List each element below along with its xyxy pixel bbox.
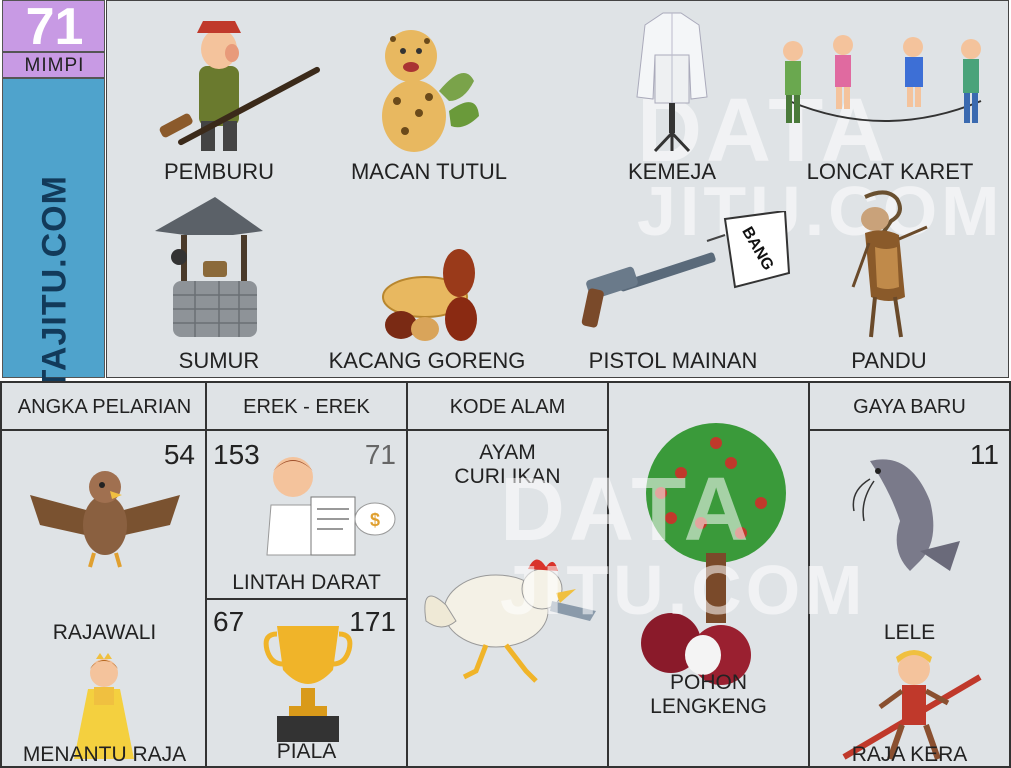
kode-alam-line2: CURI IKAN xyxy=(454,465,561,488)
trophy-illustration xyxy=(263,626,353,742)
leopard-illustration xyxy=(382,30,479,152)
lele-label: LELE xyxy=(883,621,936,644)
item-sumur: SUMUR xyxy=(178,348,260,373)
peanut-illustration xyxy=(382,249,477,341)
kode-alam-cell: AYAM CURI IKAN xyxy=(406,429,609,768)
loan-shark-illustration: $ xyxy=(266,457,396,556)
pohon-lengkeng-cell: POHON LENGKENG xyxy=(607,381,810,768)
item-pistol-mainan: PISTOL MAINAN xyxy=(588,348,758,373)
jumping-kids-illustration xyxy=(783,35,982,123)
number-text: 71 xyxy=(25,0,84,56)
menantu-raja-label: MENANTU RAJA xyxy=(22,743,187,766)
erek-bottom-cell: 67 171 PIALA xyxy=(205,598,408,768)
catfish-illustration xyxy=(852,459,960,571)
mimpi-text: MIMPI xyxy=(24,55,85,76)
wayang-illustration xyxy=(851,190,928,338)
number-badge: 71 xyxy=(2,0,105,56)
shirt-illustration xyxy=(636,12,708,153)
kode-alam-line1: AYAM xyxy=(479,441,536,464)
header-gaya-baru: GAYA BARU xyxy=(808,381,1011,431)
pohon-line1: POHON xyxy=(669,671,747,694)
item-kemeja: KEMEJA xyxy=(627,159,717,184)
erek-top-left-number: 153 xyxy=(213,439,260,470)
header-kode-alam: KODE ALAM xyxy=(406,381,609,431)
longan-tree-illustration xyxy=(641,423,786,685)
item-pandu: PANDU xyxy=(851,348,927,373)
angka-pelarian-cell: 54 RAJAWALI MENANTU RAJA xyxy=(0,429,207,768)
erek-top-cell: 153 71 $ LINTAH DARAT xyxy=(205,429,408,600)
chicken-stealing-fish-illustration xyxy=(424,559,596,683)
code-table: ANGKA PELARIAN 54 RAJAWALI MENANTU RAJA … xyxy=(0,381,1011,768)
piala-label: PIALA xyxy=(276,740,337,763)
item-loncat-karet: LONCAT KARET xyxy=(806,159,974,184)
header-angka-pelarian: ANGKA PELARIAN xyxy=(0,381,207,431)
item-pemburu: PEMBURU xyxy=(163,159,274,184)
item-kacang-goreng: KACANG GORENG xyxy=(328,348,526,373)
mimpi-badge: MIMPI xyxy=(2,52,105,78)
svg-text:$: $ xyxy=(370,510,380,530)
toy-pistol-illustration: BANG xyxy=(581,211,791,328)
site-sidebar: DATAJITU.COM xyxy=(2,78,105,439)
rajawali-label: RAJAWALI xyxy=(52,621,157,644)
pohon-line2: LENGKENG xyxy=(650,695,767,718)
hunter-illustration xyxy=(159,21,320,151)
dream-grid: DATA JITU.COM PEMBURU MACAN TUTUL KEMEJA… xyxy=(106,0,1009,378)
eagle-illustration xyxy=(30,471,180,568)
erek-bottom-right-number: 171 xyxy=(349,606,396,637)
top-section: 71 MIMPI DATAJITU.COM DATA JITU.COM PEMB… xyxy=(0,0,1011,439)
item-macan-tutul: MACAN TUTUL xyxy=(350,159,508,184)
well-illustration xyxy=(155,197,263,337)
header-erek-erek: EREK - EREK xyxy=(205,381,408,431)
erek-bottom-left-number: 67 xyxy=(213,606,245,637)
raja-kera-label: RAJA KERA xyxy=(851,743,968,766)
gaya-baru-cell: 11 LELE RAJA KERA xyxy=(808,429,1011,768)
lintah-darat-label: LINTAH DARAT xyxy=(232,571,381,594)
